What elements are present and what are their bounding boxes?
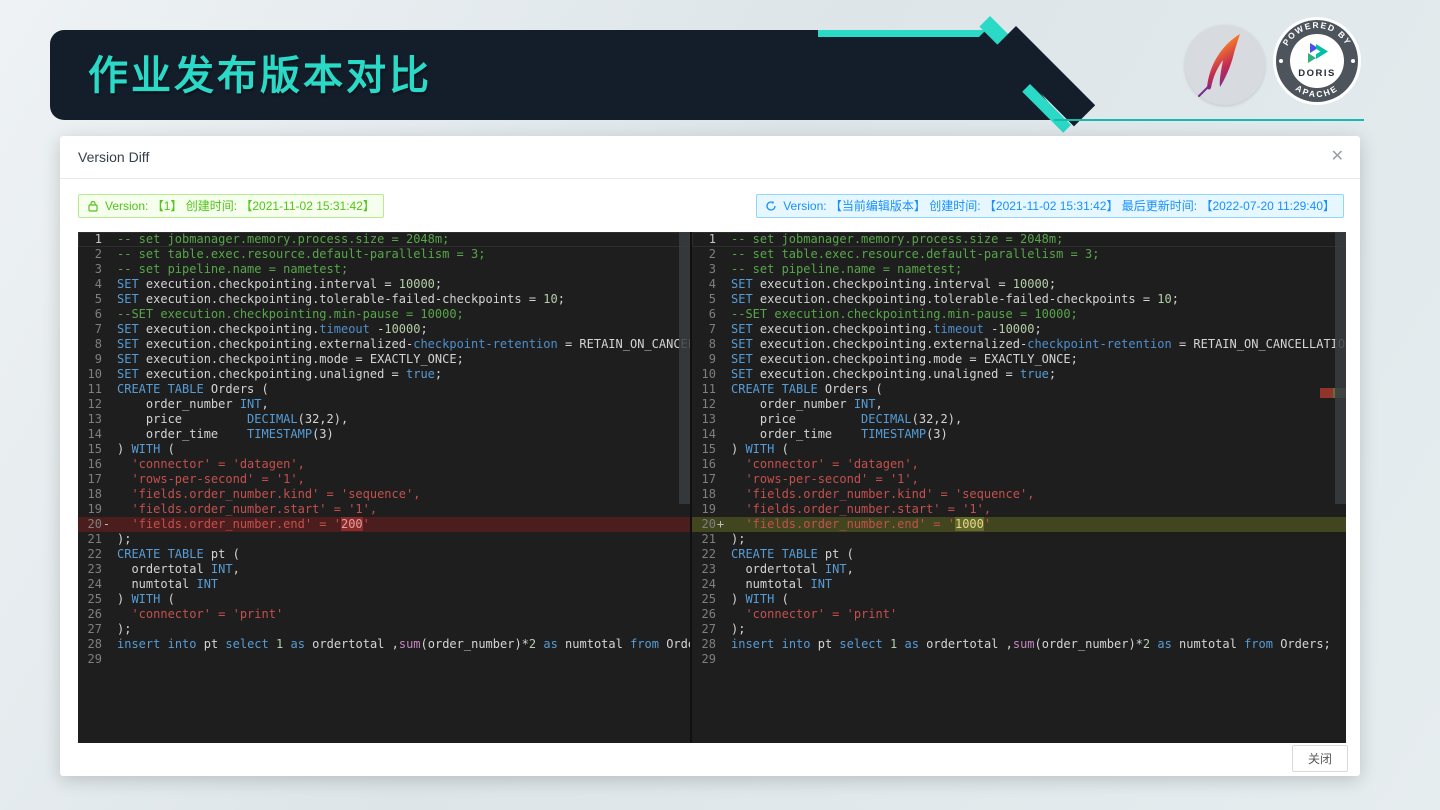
code-line: 12 order_number INT, [701,397,883,411]
code-line: 20- 'fields.order_number.end' = '200' [78,517,690,532]
code-line: 28 insert into pt select 1 as ordertotal … [87,637,690,651]
code-line: 6 --SET execution.checkpointing.min-pause… [708,307,1078,321]
dialog-header: Version Diff ✕ [60,136,1360,179]
code-line: 5 SET execution.checkpointing.tolerable-f… [94,292,565,306]
version-badges-row: Version: 【1】 创建时间: 【2021-11-02 15:31:42】… [78,194,1344,218]
code-line: 29 [701,652,716,666]
code-line: 12 order_number INT, [87,397,269,411]
code-line: 17 'rows-per-second' = '1', [87,472,305,486]
code-line: 9 SET execution.checkpointing.mode = EXAC… [708,352,1078,366]
diff-pane-modified[interactable]: 1 -- set jobmanager.memory.process.size =… [690,232,1346,743]
slide: 作业发布版本对比 POWERED BY APACHE DORIS Version… [0,0,1440,810]
code-line: 16 'connector' = 'datagen', [701,457,919,471]
code-line: 23 ordertotal INT, [87,562,240,576]
code-line: 13 price DECIMAL(32,2), [87,412,349,426]
slide-title: 作业发布版本对比 [88,53,432,99]
code-line: 14 order_time TIMESTAMP(3) [87,427,334,441]
code-line: 15) WITH ( [701,442,789,456]
doris-center-text: DORIS [1298,68,1336,79]
dialog-title: Version Diff [78,149,150,165]
code-line: 25) WITH ( [701,592,789,606]
code-line: 15) WITH ( [87,442,175,456]
code-line: 11 CREATE TABLE Orders ( [87,382,269,396]
code-line: 1 -- set jobmanager.memory.process.size =… [692,232,1346,247]
code-line: 6 --SET execution.checkpointing.min-pause… [94,307,464,321]
diff-editor: 1 -- set jobmanager.memory.process.size =… [78,232,1346,743]
left-version-badge: Version: 【1】 创建时间: 【2021-11-02 15:31:42】 [78,194,384,218]
code-line: 26 'connector' = 'print' [701,607,898,621]
diff-marker-deleted [1320,388,1333,398]
lock-icon [88,200,98,212]
code-line: 27); [701,622,746,636]
code-line: 5 SET execution.checkpointing.tolerable-f… [708,292,1179,306]
apache-feather-logo [1185,25,1265,105]
apache-feather-icon [1198,34,1240,97]
code-line: 1 -- set jobmanager.memory.process.size =… [78,232,690,247]
code-line: 28 insert into pt select 1 as ordertotal … [701,637,1331,651]
close-icon[interactable]: ✕ [1331,147,1344,167]
sync-icon [766,200,776,211]
code-line: 7 SET execution.checkpointing.timeout -10… [708,322,1042,336]
right-version-badge: Version: 【当前编辑版本】 创建时间: 【2021-11-02 15:3… [756,194,1344,218]
doris-powered-by-badge: POWERED BY APACHE DORIS [1272,16,1362,106]
code-line: 2 -- set table.exec.resource.default-para… [94,247,486,261]
code-line: 27); [87,622,132,636]
code-line: 17 'rows-per-second' = '1', [701,472,919,486]
code-line: 18 'fields.order_number.kind' = 'sequenc… [701,487,1035,501]
code-line: 10 SET execution.checkpointing.unaligned … [701,367,1057,381]
diff-pane-original[interactable]: 1 -- set jobmanager.memory.process.size =… [78,232,690,743]
teal-underline [1054,119,1364,121]
code-line: 24 numtotal INT [87,577,219,591]
code-line: 14 order_time TIMESTAMP(3) [701,427,948,441]
code-line: 24 numtotal INT [701,577,833,591]
code-line: 11 CREATE TABLE Orders ( [701,382,883,396]
code-line: 7 SET execution.checkpointing.timeout -10… [94,322,428,336]
code-line: 9 SET execution.checkpointing.mode = EXAC… [94,352,464,366]
code-line: 23 ordertotal INT, [701,562,854,576]
code-line: 18 'fields.order_number.kind' = 'sequenc… [87,487,421,501]
left-scrollbar[interactable] [679,232,690,504]
left-version-label: Version: 【1】 创建时间: 【2021-11-02 15:31:42】 [105,199,375,213]
version-diff-dialog: Version Diff ✕ Version: 【1】 创建时间: 【2021-… [60,136,1360,776]
close-button[interactable]: 关闭 [1291,745,1348,772]
code-line: 8 SET execution.checkpointing.externalize… [94,337,690,351]
code-line: 22 CREATE TABLE pt ( [701,547,854,561]
code-line: 13 price DECIMAL(32,2), [701,412,963,426]
code-line: 3 -- set pipeline.name = nametest; [94,262,349,276]
right-version-label: Version: 【当前编辑版本】 创建时间: 【2021-11-02 15:3… [783,199,1335,213]
code-line: 25) WITH ( [87,592,175,606]
teal-accent-strip [818,30,986,37]
code-line: 21); [87,532,132,546]
code-line: 4 SET execution.checkpointing.interval = … [94,277,443,291]
code-line: 29 [87,652,102,666]
code-line: 10 SET execution.checkpointing.unaligned … [87,367,443,381]
code-line: 20 + 'fields.order_number.end' = '1000' [692,517,1346,532]
code-line: 2 -- set table.exec.resource.default-para… [708,247,1100,261]
code-line: 22 CREATE TABLE pt ( [87,547,240,561]
code-line: 19 'fields.order_number.start' = '1', [701,502,992,516]
code-line: 19 'fields.order_number.start' = '1', [87,502,378,516]
code-line: 21); [701,532,746,546]
code-line: 16 'connector' = 'datagen', [87,457,305,471]
code-line: 8 SET execution.checkpointing.externalize… [708,337,1346,351]
code-line: 26 'connector' = 'print' [87,607,284,621]
right-scrollbar[interactable] [1335,232,1346,504]
code-line: 4 SET execution.checkpointing.interval = … [708,277,1057,291]
doris-badge-icon: POWERED BY APACHE DORIS [1273,17,1361,105]
code-line: 3 -- set pipeline.name = nametest; [708,262,963,276]
